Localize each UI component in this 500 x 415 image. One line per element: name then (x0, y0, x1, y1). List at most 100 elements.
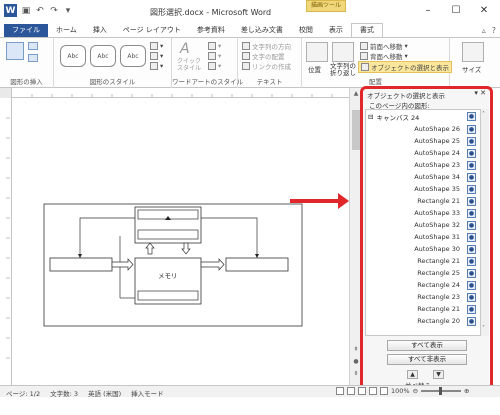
list-item[interactable]: AutoShape 35 ● (366, 184, 480, 195)
position-icon[interactable] (306, 42, 328, 62)
send-backward-button[interactable]: 背面へ移動 ▾ (360, 51, 408, 61)
outline-icon[interactable] (369, 387, 377, 395)
next-page-icon[interactable]: ⇟ (351, 370, 361, 378)
tab-mailings[interactable]: 差し込み文書 (233, 24, 291, 37)
scroll-up-icon[interactable]: ▲ (351, 90, 361, 98)
help-icon[interactable]: ? (492, 26, 496, 35)
list-item[interactable]: Rectangle 21 ● (366, 256, 480, 267)
pane-scroll-up-icon[interactable]: ˄ (482, 111, 485, 118)
list-item[interactable]: Rectangle 24 ● (366, 280, 480, 291)
show-all-button[interactable]: すべて表示 (387, 340, 467, 351)
list-item[interactable]: Rectangle 21 ● (366, 196, 480, 207)
create-link-button[interactable]: リンクの作成 (242, 61, 291, 71)
list-item[interactable]: Rectangle 20 ● (366, 316, 480, 327)
size-button-label[interactable]: サイズ (462, 64, 481, 74)
collapse-icon[interactable]: ⊟ (368, 113, 373, 121)
collapse-ribbon-icon[interactable]: ▵ (482, 26, 486, 35)
zoom-out-icon[interactable]: ⊖ (413, 387, 418, 395)
page-indicator[interactable]: ページ: 1/2 (6, 388, 40, 398)
shape-list[interactable]: ⊟ キャンバス 24 ● AutoShape 26 ● AutoShape 25 ●… (365, 109, 481, 336)
list-item[interactable]: AutoShape 31 ● (366, 232, 480, 243)
tab-references[interactable]: 参考資料 (189, 24, 233, 37)
pane-scrollbar[interactable]: ˄ ˅ (481, 109, 489, 336)
visibility-eye-icon[interactable]: ● (467, 209, 476, 218)
visibility-eye-icon[interactable]: ● (467, 293, 476, 302)
visibility-eye-icon[interactable]: ● (467, 185, 476, 194)
select-browse-object-icon[interactable]: ● (351, 358, 361, 366)
size-icon[interactable] (462, 42, 484, 62)
visibility-eye-icon[interactable]: ● (467, 197, 476, 206)
input-mode[interactable]: 挿入モード (131, 388, 164, 398)
tab-insert[interactable]: 挿入 (85, 24, 115, 37)
redo-icon[interactable]: ↷ (49, 6, 59, 16)
wordart-a-icon[interactable]: A (180, 41, 190, 57)
list-item[interactable]: AutoShape 32 ● (366, 220, 480, 231)
list-item[interactable]: Rectangle 21 ● (366, 304, 480, 315)
visibility-eye-icon[interactable]: ● (467, 173, 476, 182)
list-item[interactable]: AutoShape 25 ● (366, 136, 480, 147)
visibility-eye-icon[interactable]: ● (467, 161, 476, 170)
prev-page-icon[interactable]: ⇞ (351, 346, 361, 354)
horizontal-ruler[interactable] (12, 88, 360, 98)
visibility-eye-icon[interactable]: ● (467, 281, 476, 290)
visibility-eye-icon[interactable]: ● (467, 125, 476, 134)
text-direction-button[interactable]: 文字列の方向 (242, 41, 291, 51)
document-vertical-scrollbar[interactable]: ▲ ⇞ ● ⇟ (349, 88, 361, 385)
text-align-button[interactable]: 文字の配置 (242, 51, 285, 61)
visibility-eye-icon[interactable]: ● (467, 305, 476, 314)
language-indicator[interactable]: 英語 (米国) (88, 388, 121, 398)
scroll-thumb[interactable] (352, 110, 360, 150)
maximize-icon[interactable]: ☐ (442, 0, 470, 20)
shape-effects-icon[interactable]: ▾ (150, 62, 163, 70)
bring-forward-button[interactable]: 前面へ移動 ▾ (360, 41, 408, 51)
wrap-text-button-label[interactable]: 文字列の 折り返し (330, 63, 356, 77)
quick-styles-label[interactable]: クイック スタイル (174, 58, 204, 72)
shape-style-1[interactable]: Abc (60, 45, 86, 67)
tab-page-layout[interactable]: ページ レイアウト (115, 24, 189, 37)
tree-root[interactable]: ⊟ キャンバス 24 (368, 112, 419, 122)
tab-file[interactable]: ファイル (4, 24, 48, 37)
visibility-eye-icon[interactable]: ● (467, 257, 476, 266)
list-item[interactable]: AutoShape 33 ● (366, 208, 480, 219)
text-fill-icon[interactable]: ▾ (208, 42, 221, 50)
vertical-ruler[interactable] (0, 98, 12, 385)
tab-home[interactable]: ホーム (48, 24, 85, 37)
text-outline-icon[interactable]: ▾ (208, 52, 221, 60)
text-effects-icon[interactable]: ▾ (208, 62, 221, 70)
customize-qat-icon[interactable]: ▾ (63, 6, 73, 16)
list-item[interactable]: AutoShape 34 ● (366, 172, 480, 183)
diagram-canvas[interactable]: メモリ (12, 98, 349, 385)
tab-format[interactable]: 書式 (350, 23, 383, 37)
tab-review[interactable]: 校閲 (291, 24, 321, 37)
tab-view[interactable]: 表示 (321, 24, 351, 37)
visibility-eye-icon[interactable]: ● (467, 233, 476, 242)
visibility-eye-icon[interactable]: ● (467, 137, 476, 146)
visibility-eye-icon[interactable]: ● (467, 149, 476, 158)
list-item[interactable]: AutoShape 30 ● (366, 244, 480, 255)
edit-shape-icon[interactable] (28, 42, 38, 50)
zoom-slider[interactable] (421, 387, 462, 395)
position-button-label[interactable]: 位置 (308, 64, 321, 74)
document-page[interactable]: メモリ (12, 98, 349, 385)
draft-icon[interactable] (380, 387, 388, 395)
draw-textbox-icon[interactable] (28, 54, 38, 62)
print-layout-icon[interactable] (336, 387, 344, 395)
move-up-icon[interactable]: ▲ (407, 370, 418, 379)
word-count[interactable]: 文字数: 3 (50, 388, 78, 398)
shape-outline-icon[interactable]: ▾ (150, 52, 163, 60)
minimize-icon[interactable]: – (414, 0, 442, 20)
visibility-eye-icon[interactable]: ● (467, 269, 476, 278)
visibility-eye-icon[interactable]: ● (467, 221, 476, 230)
web-layout-icon[interactable] (358, 387, 366, 395)
list-item[interactable]: AutoShape 26 ● (366, 124, 480, 135)
reading-layout-icon[interactable] (347, 387, 355, 395)
hide-all-button[interactable]: すべて非表示 (387, 354, 467, 365)
shape-style-2[interactable]: Abc (90, 45, 116, 67)
undo-icon[interactable]: ↶ (35, 6, 45, 16)
tab-selector[interactable] (0, 88, 12, 98)
shape-fill-icon[interactable]: ▾ (150, 42, 163, 50)
word-logo-icon[interactable]: W (4, 4, 17, 17)
save-icon[interactable]: ▣ (21, 6, 31, 16)
visibility-eye-icon[interactable]: ● (467, 317, 476, 326)
list-item[interactable]: AutoShape 23 ● (366, 160, 480, 171)
